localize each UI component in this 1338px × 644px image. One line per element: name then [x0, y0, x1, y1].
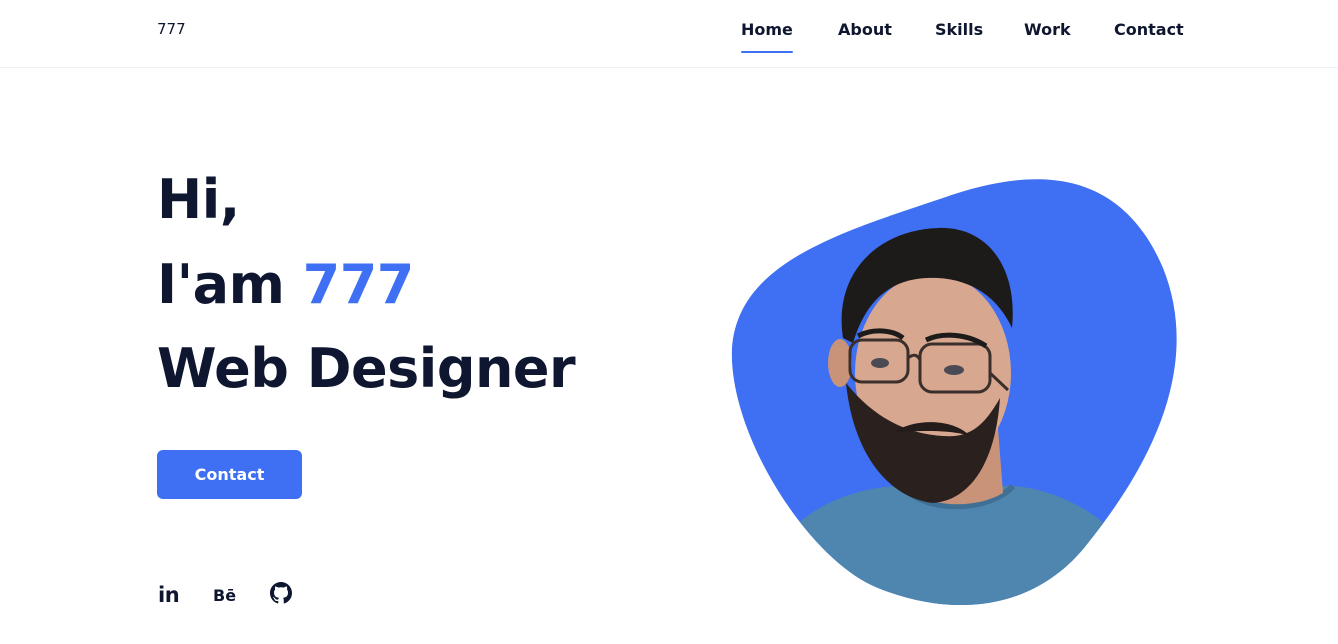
github-icon: [270, 582, 292, 608]
profile-blob: [728, 168, 1184, 612]
github-link[interactable]: [270, 582, 292, 608]
hero-intro-line: I'am 777: [157, 258, 414, 312]
nav-item-home[interactable]: Home: [741, 20, 793, 54]
nav-item-contact[interactable]: Contact: [1114, 20, 1184, 54]
nav-item-work[interactable]: Work: [1024, 20, 1071, 54]
main-nav: Home About Skills Work Contact: [0, 20, 1338, 60]
hero-name: 777: [302, 253, 415, 316]
nav-item-about[interactable]: About: [838, 20, 892, 54]
nav-item-skills[interactable]: Skills: [935, 20, 983, 54]
hero-intro: I'am: [157, 253, 285, 316]
behance-link[interactable]: Bē: [213, 583, 236, 607]
linkedin-link[interactable]: in: [158, 583, 180, 607]
profile-photo: [731, 179, 1177, 606]
linkedin-icon: in: [158, 583, 180, 607]
hero-title: Web Designer: [157, 337, 576, 400]
site-header: 777 Home About Skills Work Contact: [0, 0, 1338, 68]
behance-icon: Bē: [213, 585, 237, 605]
hero-greeting: Hi,: [157, 168, 240, 231]
contact-button[interactable]: Contact: [157, 450, 302, 499]
